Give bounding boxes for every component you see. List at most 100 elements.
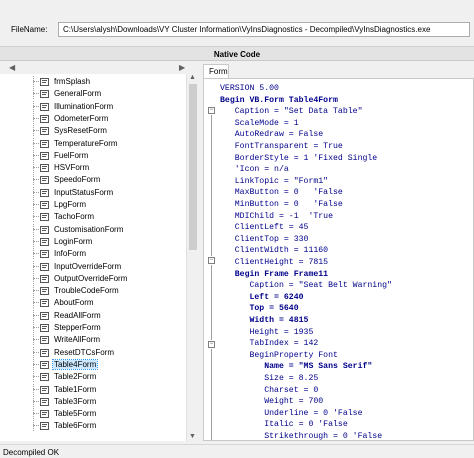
form-icon [40,287,49,296]
tree-item[interactable]: LoginForm [0,235,186,247]
scroll-left-icon[interactable]: ◀ [9,64,18,72]
tree-vertical-scrollbar[interactable]: ▲ ▼ [186,74,198,441]
form-icon [40,299,49,308]
tree-item[interactable]: ResetDTCsForm [0,346,186,358]
tree-item[interactable]: Table5Form [0,408,186,420]
form-icon [40,151,49,160]
collapse-icon[interactable]: − [208,341,215,348]
tree-connector [33,413,39,415]
tree-item[interactable]: Table4Form [0,358,186,370]
tree-item[interactable]: Table1Form [0,383,186,395]
code-line: ScaleMode = 1 [220,118,299,128]
scroll-up-icon[interactable]: ▲ [189,74,196,82]
panel-title: Native Code [213,50,261,59]
tree-item-label: InfoForm [54,249,87,259]
form-icon [40,373,49,382]
tree-connector [33,388,39,390]
tree-connector [33,154,39,156]
tree-item-label: Table5Form [54,409,97,419]
tree-item[interactable]: OutputOverrideForm [0,272,186,284]
form-icon [40,336,49,345]
tree-item[interactable]: AboutForm [0,297,186,309]
main-window: FileName: C:\Users\alysh\Downloads\VY Cl… [0,0,474,458]
code-line: ClientHeight = 7815 [220,258,329,267]
collapse-icon[interactable]: − [208,257,215,264]
tree-item[interactable]: HSVForm [0,162,186,174]
code-line: Charset = 0 [220,385,319,395]
scroll-right-icon[interactable]: ▶ [179,64,188,72]
tree-connector [33,314,39,316]
tree-item[interactable]: IlluminationForm [0,100,186,112]
tab-form[interactable]: Form [203,64,229,78]
code-line: Begin Frame Frame11 [220,269,329,279]
form-icon [40,360,49,369]
tree-item-label: Table6Form [54,421,97,431]
tree-item-label: OdometerForm [54,113,109,123]
code-line: Size = 8.25 [220,374,319,383]
code-line: ClientTop = 330 [220,234,309,244]
tree-item[interactable]: InputStatusForm [0,186,186,198]
code-line: Top = 5640 [220,304,299,314]
tree-item[interactable]: StepperForm [0,322,186,333]
tree-connector [33,265,39,267]
status-text: Decompiled OK [3,448,60,457]
tree-item[interactable]: SpeedoForm [0,174,186,186]
fold-guide [211,115,212,256]
tree-connector [33,425,39,427]
tree-item[interactable]: InfoForm [0,248,186,260]
form-icon [40,188,49,197]
tree-item[interactable]: Table6Form [0,420,186,432]
tree-item[interactable]: frmSplash [0,76,186,87]
tree-item-label: LoginForm [54,236,93,246]
code-line: Italic = 0 'False [220,420,348,430]
form-icon [40,250,49,259]
tree-panel: ◀ ▶ frmSplash GeneralForm IlluminationForm… [0,62,198,441]
code-line: AutoRedraw = False [220,130,324,140]
form-icon [40,176,49,185]
tree-item[interactable]: OdometerForm [0,112,186,124]
filename-field[interactable]: C:\Users\alysh\Downloads\VY Cluster Info… [58,22,470,37]
scrollbar-thumb[interactable] [189,84,197,250]
fold-guide [211,265,212,340]
form-icon [40,397,49,406]
code-line: Name = "MS Sans Serif" [220,362,373,372]
tree-item[interactable]: FuelForm [0,149,186,161]
tree-item[interactable]: InputOverrideForm [0,260,186,272]
code-line: VERSION 5.00 [220,84,279,93]
form-tree[interactable]: frmSplash GeneralForm IlluminationForm Odom… [0,74,186,441]
tree-connector [33,277,39,279]
tree-item-label: frmSplash [54,77,91,86]
code-line: BeginProperty Font [220,350,338,360]
collapse-icon[interactable]: − [208,107,215,114]
tree-connector [33,117,39,119]
tree-connector [33,240,39,242]
tree-item[interactable]: TroubleCodeForm [0,285,186,297]
tree-item-label: ResetDTCsForm [54,347,115,357]
tree-item-label: WriteAllForm [54,335,101,345]
tree-connector [33,216,39,218]
form-icon [40,385,49,394]
tree-item[interactable]: SysResetForm [0,125,186,137]
tree-item[interactable]: Table2Form [0,371,186,383]
tree-item[interactable]: TachoForm [0,211,186,223]
tree-item[interactable]: CustomisationForm [0,223,186,235]
form-icon [40,90,49,99]
code-line: Caption = "Seat Belt Warning" [220,281,392,291]
tree-item[interactable]: GeneralForm [0,88,186,100]
code-line: Height = 1935 [220,327,314,337]
tree-item[interactable]: ReadAllForm [0,309,186,321]
code-editor[interactable]: − − − VERSION 5.00 Begin VB.Form Table4Fo… [203,78,474,441]
tree-connector [33,363,39,365]
tree-connector [33,253,39,255]
scroll-down-icon[interactable]: ▼ [189,433,196,441]
code-line: ClientWidth = 11160 [220,246,329,256]
form-icon [40,410,49,419]
code-line: MinButton = 0 'False [220,200,343,209]
code-line: Left = 6240 [220,292,304,302]
form-icon [40,311,49,320]
tree-item[interactable]: LpgForm [0,199,186,210]
tree-item[interactable]: WriteAllForm [0,334,186,346]
tree-item[interactable]: Table3Form [0,395,186,407]
tree-item[interactable]: TemperatureForm [0,137,186,149]
form-icon [40,237,49,246]
